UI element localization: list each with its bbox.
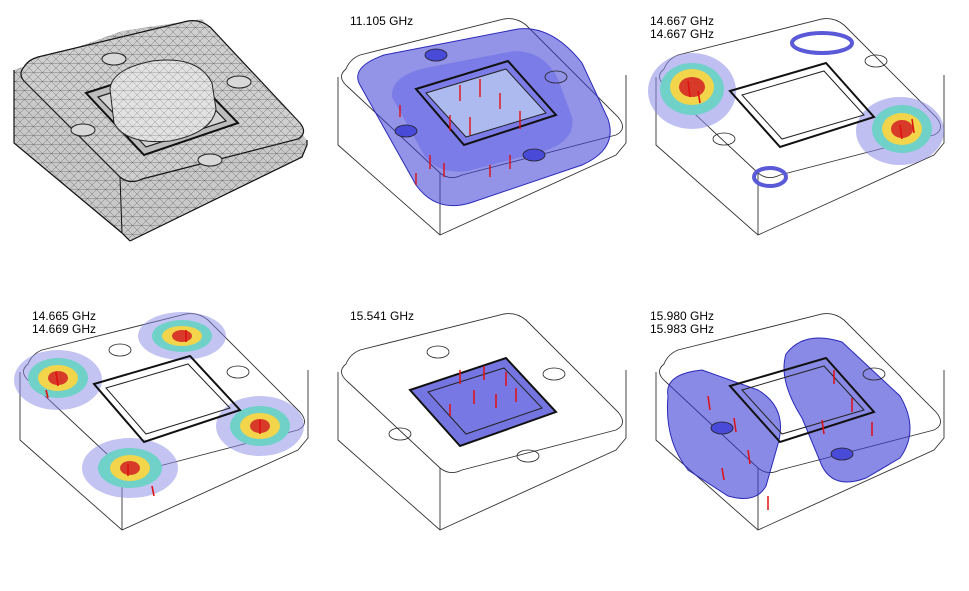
mesh-model-figure	[13, 19, 308, 242]
mode-field-plot	[655, 313, 945, 531]
mode-panel-14667: 14.667 GHz 14.667 GHz	[638, 5, 958, 295]
mode-field-plot	[337, 313, 627, 531]
mode-panel-15541: 15.541 GHz	[320, 300, 640, 590]
mode-field-plot	[14, 312, 309, 531]
mode-field-plot	[337, 18, 627, 236]
mode-panel-15980: 15.980 GHz 15.983 GHz	[638, 300, 958, 590]
mode-field-plot	[648, 18, 945, 236]
mode-panel-14665: 14.665 GHz 14.669 GHz	[2, 300, 322, 590]
mode-panel-11105: 11.105 GHz	[320, 5, 640, 295]
mesh-panel	[2, 5, 322, 295]
